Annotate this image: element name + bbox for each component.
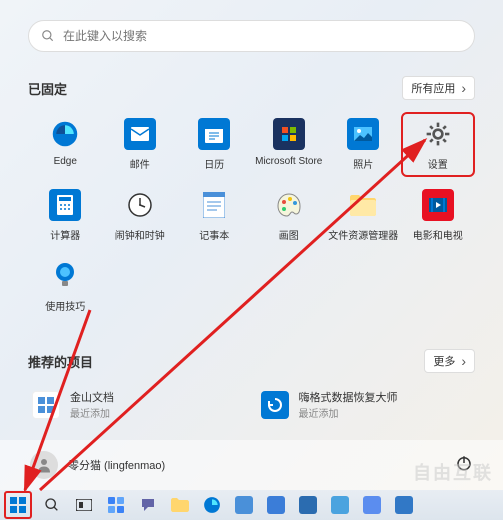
taskbar-widgets[interactable] xyxy=(104,493,128,517)
taskbar-taskview[interactable] xyxy=(72,493,96,517)
settings-icon xyxy=(422,118,454,150)
taskbar-app[interactable] xyxy=(392,493,416,517)
start-menu: 已固定 所有应用 Edge 邮件 日历 Microsoft Store 照片 设… xyxy=(0,0,503,490)
taskbar-app[interactable] xyxy=(232,493,256,517)
taskbar-app[interactable] xyxy=(328,493,352,517)
mail-icon xyxy=(124,118,156,150)
recommended-item[interactable]: 金山文档 最近添加 xyxy=(28,385,247,424)
wps-icon xyxy=(32,391,60,419)
recommended-title: 推荐的项目 xyxy=(28,352,93,371)
app-mail[interactable]: 邮件 xyxy=(103,112,178,177)
recommended-grid: 金山文档 最近添加 嗨格式数据恢复大师 最近添加 xyxy=(28,385,475,424)
generic-app-icon xyxy=(395,496,413,514)
username-label: 零分猫 (lingfenmao) xyxy=(68,457,165,473)
app-settings[interactable]: 设置 xyxy=(401,112,476,177)
search-icon xyxy=(41,29,55,43)
taskbar xyxy=(0,490,503,520)
windows-icon xyxy=(10,497,26,513)
pinned-header: 已固定 所有应用 xyxy=(28,76,475,100)
all-apps-button[interactable]: 所有应用 xyxy=(402,76,475,100)
widgets-icon xyxy=(108,497,124,513)
taskbar-explorer[interactable] xyxy=(168,493,192,517)
search-icon xyxy=(44,497,60,513)
app-explorer[interactable]: 文件资源管理器 xyxy=(326,183,401,248)
pinned-title: 已固定 xyxy=(28,79,67,98)
taskbar-app[interactable] xyxy=(264,493,288,517)
generic-app-icon xyxy=(267,496,285,514)
recommended-item[interactable]: 嗨格式数据恢复大师 最近添加 xyxy=(257,385,476,424)
user-account-button[interactable]: 零分猫 (lingfenmao) xyxy=(30,451,165,479)
app-edge[interactable]: Edge xyxy=(28,112,103,177)
app-paint[interactable]: 画图 xyxy=(252,183,327,248)
search-box[interactable] xyxy=(28,20,475,52)
photos-icon xyxy=(347,118,379,150)
recovery-icon xyxy=(261,391,289,419)
taskview-icon xyxy=(76,499,92,511)
calendar-icon xyxy=(198,118,230,150)
generic-app-icon xyxy=(363,496,381,514)
power-button[interactable] xyxy=(455,454,473,477)
generic-app-icon xyxy=(331,496,349,514)
paint-icon xyxy=(273,189,305,221)
chat-icon xyxy=(140,497,156,513)
app-calendar[interactable]: 日历 xyxy=(177,112,252,177)
pinned-grid: Edge 邮件 日历 Microsoft Store 照片 设置 计算器 闹钟 xyxy=(28,112,475,319)
calculator-icon xyxy=(49,189,81,221)
start-button[interactable] xyxy=(4,491,32,519)
rec-item-title: 嗨格式数据恢复大师 xyxy=(299,389,398,405)
power-icon xyxy=(455,454,473,472)
generic-app-icon xyxy=(235,496,253,514)
rec-item-subtitle: 最近添加 xyxy=(299,405,398,420)
app-calculator[interactable]: 计算器 xyxy=(28,183,103,248)
store-icon xyxy=(273,118,305,150)
edge-icon xyxy=(203,496,221,514)
app-store[interactable]: Microsoft Store xyxy=(252,112,327,177)
taskbar-chat[interactable] xyxy=(136,493,160,517)
notepad-icon xyxy=(198,189,230,221)
recommended-header: 推荐的项目 更多 xyxy=(28,349,475,373)
search-input[interactable] xyxy=(63,29,462,43)
user-bar: 零分猫 (lingfenmao) xyxy=(0,440,503,490)
clock-icon xyxy=(124,189,156,221)
folder-icon xyxy=(171,498,189,512)
explorer-icon xyxy=(347,189,379,221)
more-button[interactable]: 更多 xyxy=(424,349,475,373)
movies-icon xyxy=(422,189,454,221)
app-movies[interactable]: 电影和电视 xyxy=(401,183,476,248)
rec-item-title: 金山文档 xyxy=(70,389,114,405)
app-tips[interactable]: 使用技巧 xyxy=(28,254,103,319)
taskbar-app[interactable] xyxy=(360,493,384,517)
taskbar-app[interactable] xyxy=(296,493,320,517)
avatar-icon xyxy=(30,451,58,479)
app-notepad[interactable]: 记事本 xyxy=(177,183,252,248)
tips-icon xyxy=(49,260,81,292)
taskbar-search[interactable] xyxy=(40,493,64,517)
app-photos[interactable]: 照片 xyxy=(326,112,401,177)
generic-app-icon xyxy=(299,496,317,514)
app-clock[interactable]: 闹钟和时钟 xyxy=(103,183,178,248)
rec-item-subtitle: 最近添加 xyxy=(70,405,114,420)
taskbar-edge[interactable] xyxy=(200,493,224,517)
edge-icon xyxy=(49,118,81,150)
